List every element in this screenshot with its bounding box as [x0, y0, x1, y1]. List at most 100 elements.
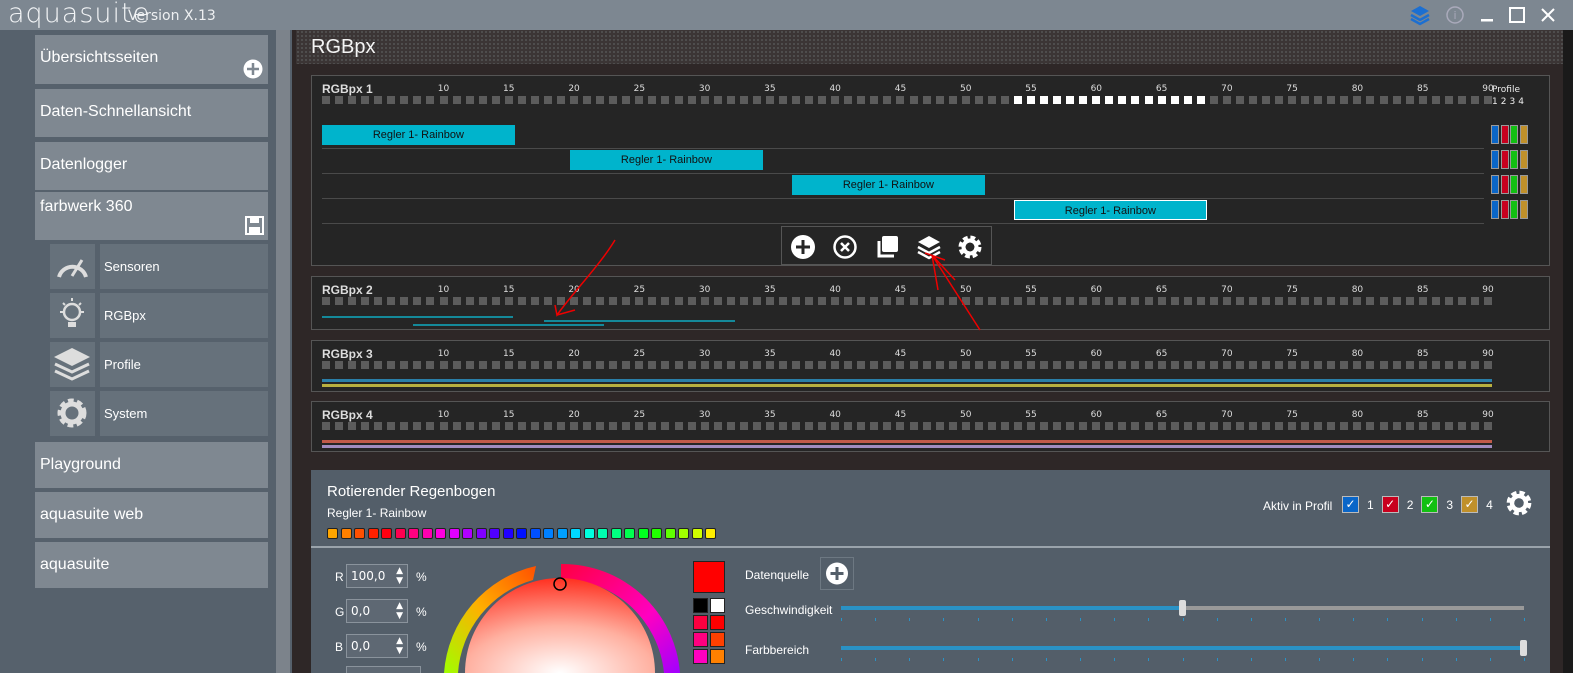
led[interactable]	[961, 96, 970, 104]
led[interactable]	[361, 422, 370, 430]
led[interactable]	[1079, 96, 1088, 104]
led[interactable]	[1262, 422, 1271, 430]
led[interactable]	[374, 422, 383, 430]
add-datasource-button[interactable]	[820, 557, 854, 590]
gradient-swatch[interactable]	[327, 528, 338, 539]
palette-swatch[interactable]	[710, 615, 725, 630]
close-icon[interactable]	[1537, 4, 1559, 26]
led[interactable]	[1209, 96, 1218, 104]
profile-checkbox[interactable]: ✓	[1461, 496, 1479, 513]
profile-indicator[interactable]	[1510, 200, 1518, 219]
led[interactable]	[543, 422, 552, 430]
led[interactable]	[1196, 361, 1205, 369]
led[interactable]	[752, 422, 761, 430]
led[interactable]	[361, 361, 370, 369]
nav-playground[interactable]: Playground	[35, 442, 268, 488]
led[interactable]	[1183, 422, 1192, 430]
led[interactable]	[739, 422, 748, 430]
led[interactable]	[1196, 96, 1205, 104]
led[interactable]	[948, 361, 957, 369]
led[interactable]	[1235, 422, 1244, 430]
led[interactable]	[1053, 96, 1062, 104]
led[interactable]	[1170, 96, 1179, 104]
led[interactable]	[1118, 361, 1127, 369]
led[interactable]	[805, 422, 814, 430]
gradient-swatch[interactable]	[664, 528, 676, 539]
led[interactable]	[478, 422, 487, 430]
led[interactable]	[635, 361, 644, 369]
led[interactable]	[700, 422, 709, 430]
led[interactable]	[387, 422, 396, 430]
b-input[interactable]: 0,0 ▲ ▼	[346, 634, 408, 658]
layers-icon[interactable]	[50, 342, 95, 387]
led[interactable]	[348, 422, 357, 430]
geschwindigkeit-slider[interactable]	[841, 600, 1525, 621]
led[interactable]	[452, 297, 461, 305]
led[interactable]	[1209, 297, 1218, 305]
profile-indicator[interactable]	[1519, 175, 1528, 194]
led[interactable]	[1053, 361, 1062, 369]
led[interactable]	[570, 422, 579, 430]
led[interactable]	[1327, 297, 1336, 305]
led[interactable]	[530, 96, 539, 104]
gradient-swatch[interactable]	[570, 528, 581, 539]
led[interactable]	[1222, 96, 1231, 104]
led[interactable]	[1000, 361, 1009, 369]
led[interactable]	[400, 96, 409, 104]
sidebar-scrollbar[interactable]	[276, 30, 290, 673]
profile-checkbox[interactable]: ✓	[1342, 496, 1359, 513]
sub-item-sensoren[interactable]: Sensoren	[100, 244, 268, 289]
nav-datenlogger[interactable]: Datenlogger	[35, 142, 268, 190]
farbbereich-slider[interactable]	[841, 640, 1527, 661]
led[interactable]	[622, 361, 631, 369]
led[interactable]	[322, 297, 330, 305]
led[interactable]	[1353, 297, 1362, 305]
led[interactable]	[922, 422, 931, 430]
palette-swatch[interactable]	[710, 632, 725, 647]
zone-line[interactable]	[322, 440, 1492, 443]
led[interactable]	[818, 422, 827, 430]
led[interactable]	[1000, 96, 1009, 104]
led[interactable]	[1418, 96, 1427, 104]
led[interactable]	[1340, 361, 1349, 369]
led[interactable]	[857, 96, 866, 104]
led[interactable]	[792, 361, 801, 369]
lightbulb-icon[interactable]	[50, 293, 95, 338]
zone-bar[interactable]: Regler 1- Rainbow	[570, 150, 763, 170]
led[interactable]	[792, 96, 801, 104]
maximize-icon[interactable]	[1506, 4, 1528, 26]
led[interactable]	[792, 422, 801, 430]
led[interactable]	[661, 361, 670, 369]
profile-indicator[interactable]	[1510, 150, 1518, 169]
led[interactable]	[322, 422, 330, 430]
zone-line[interactable]	[322, 384, 1492, 387]
led[interactable]	[1066, 297, 1075, 305]
gradient-swatch[interactable]	[597, 528, 608, 539]
led[interactable]	[335, 96, 344, 104]
gradient-swatch[interactable]	[394, 528, 406, 539]
palette-swatch[interactable]	[693, 649, 708, 664]
led[interactable]	[1366, 361, 1375, 369]
led[interactable]	[896, 96, 905, 104]
gauge-icon[interactable]	[50, 244, 95, 289]
led[interactable]	[1418, 361, 1427, 369]
led[interactable]	[1288, 96, 1297, 104]
led[interactable]	[987, 422, 996, 430]
zone-bar[interactable]: Regler 1- Rainbow	[1013, 200, 1207, 220]
led[interactable]	[1040, 422, 1049, 430]
led[interactable]	[530, 297, 539, 305]
led[interactable]	[1092, 96, 1101, 104]
gradient-swatch[interactable]	[678, 528, 689, 539]
led[interactable]	[609, 96, 618, 104]
profile-indicator[interactable]	[1491, 200, 1499, 219]
led[interactable]	[818, 361, 827, 369]
led[interactable]	[1157, 297, 1166, 305]
led[interactable]	[1222, 361, 1231, 369]
led[interactable]	[1366, 297, 1375, 305]
led[interactable]	[1288, 297, 1297, 305]
led[interactable]	[596, 96, 605, 104]
led[interactable]	[1327, 96, 1336, 104]
led[interactable]	[778, 96, 787, 104]
led[interactable]	[1314, 422, 1323, 430]
gear-icon[interactable]	[1505, 489, 1533, 517]
